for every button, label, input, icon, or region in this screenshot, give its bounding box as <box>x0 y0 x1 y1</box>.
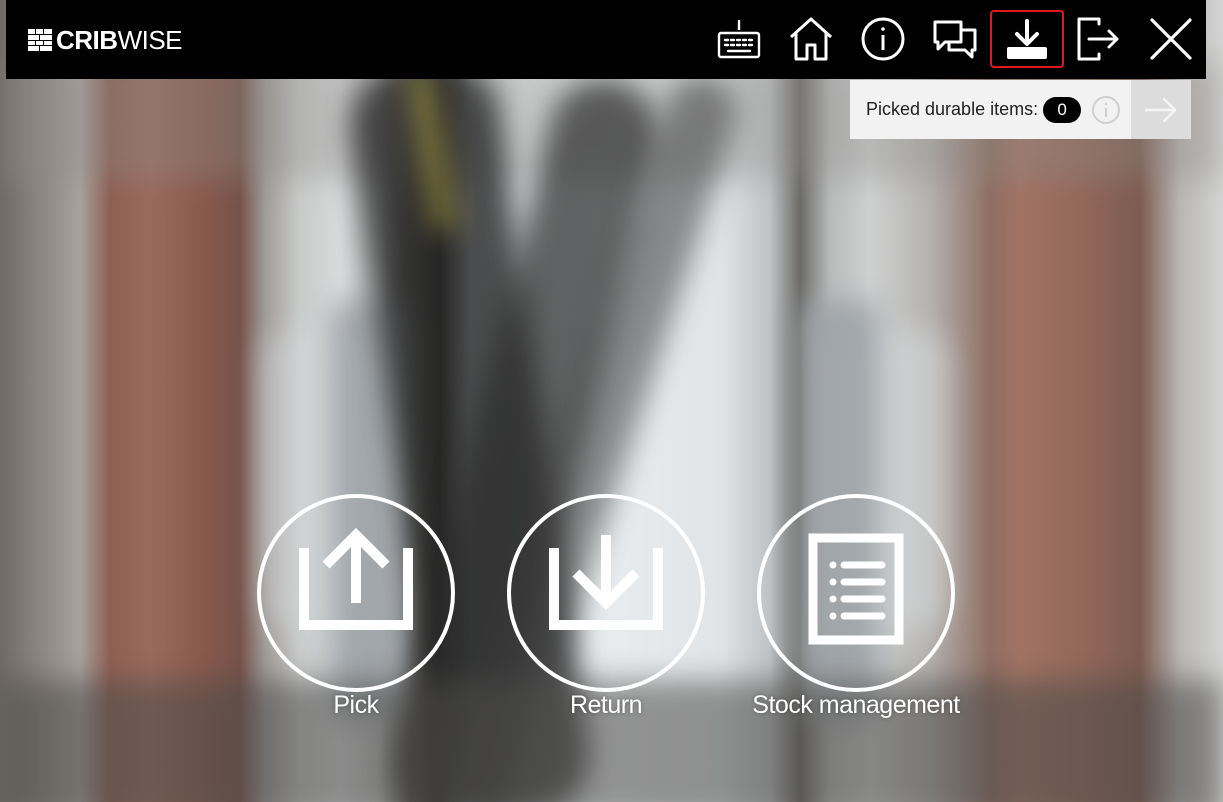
download-button[interactable] <box>990 10 1064 68</box>
picked-items-label: Picked durable items: <box>866 99 1039 119</box>
info-icon <box>1092 95 1121 124</box>
picked-items-panel: Picked durable items: 0 <box>850 80 1191 139</box>
return-action[interactable]: Return <box>486 493 726 733</box>
list-document-icon <box>757 494 955 692</box>
logo-text-light: WISE <box>117 24 183 55</box>
cribwise-logo: CRIB WISE <box>28 24 183 55</box>
chat-button[interactable] <box>918 10 992 68</box>
keyboard-button[interactable] <box>702 10 776 68</box>
picked-items-count-badge: 0 <box>1043 96 1082 123</box>
pick-action[interactable]: Pick <box>236 493 476 733</box>
close-icon <box>1150 18 1192 60</box>
close-button[interactable] <box>1134 10 1208 68</box>
picked-next-button[interactable] <box>1131 80 1191 139</box>
logout-button[interactable] <box>1062 10 1136 68</box>
download-tray-icon <box>507 494 705 692</box>
home-button[interactable] <box>774 10 848 68</box>
home-icon <box>789 17 833 61</box>
stock-management-action[interactable]: Stock management <box>736 493 976 733</box>
keyboard-icon <box>717 20 761 59</box>
download-icon <box>1007 19 1047 59</box>
chat-icon <box>933 20 977 59</box>
info-button[interactable] <box>846 10 920 68</box>
stock-management-label: Stock management <box>752 691 960 719</box>
picked-info-button[interactable] <box>1091 95 1121 125</box>
logout-icon <box>1077 17 1119 61</box>
top-bar: CRIB WISE <box>6 0 1206 79</box>
logo-grid-icon <box>28 29 52 51</box>
logo-text-bold: CRIB <box>56 24 118 55</box>
info-icon <box>861 17 905 61</box>
upload-tray-icon <box>257 494 455 692</box>
arrow-right-icon <box>1144 97 1177 122</box>
